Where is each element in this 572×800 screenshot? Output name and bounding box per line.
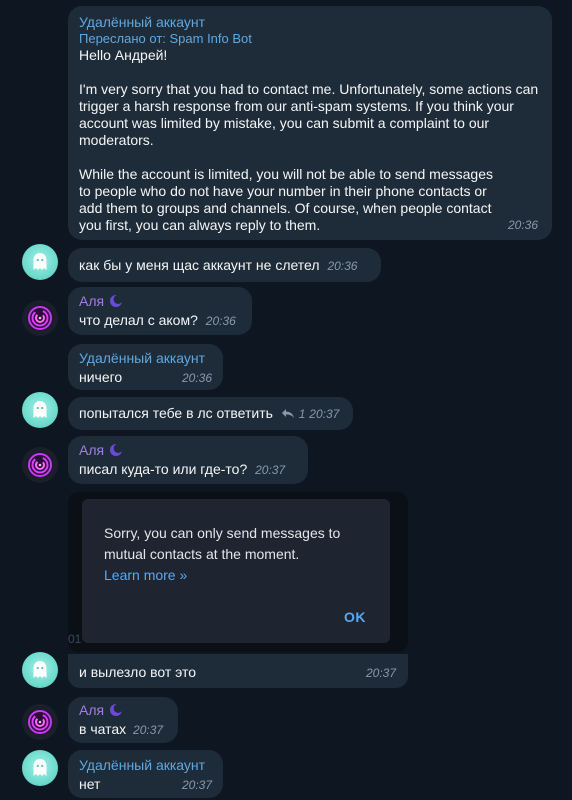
message-sender-name[interactable]: Удалённый аккаунт <box>79 14 541 31</box>
message-text-paragraph: I'm very sorry that you had to contact m… <box>79 81 539 148</box>
message-sender-name[interactable]: Аля <box>79 442 104 458</box>
ghost-icon <box>33 253 47 270</box>
message-time: 20:37 <box>181 778 212 792</box>
message-sender-name[interactable]: Удалённый аккаунт <box>79 757 212 774</box>
message-bubble[interactable]: Удалённый аккаунт нет 20:37 <box>68 750 223 798</box>
reply-arrow-icon[interactable] <box>281 408 295 419</box>
crescent-moon-icon <box>109 703 123 716</box>
message-text: ничего <box>79 369 123 385</box>
crescent-moon-icon <box>109 294 123 307</box>
message-bubble[interactable]: Аля писал куда-то или где-то? 20:37 <box>68 436 308 484</box>
message-sender-name[interactable]: Аля <box>79 293 104 309</box>
avatar[interactable] <box>22 652 58 688</box>
message-text: и вылезло вот это <box>79 664 197 680</box>
avatar[interactable] <box>22 244 58 280</box>
message-bubble[interactable]: Удалённый аккаунт ничего 20:36 <box>68 344 223 390</box>
message-time: 20:37 <box>255 463 286 477</box>
message-sender-name[interactable]: Аля <box>79 702 104 718</box>
message-text: как бы у меня щас аккаунт не слетел <box>79 257 320 273</box>
ghost-icon <box>33 661 47 678</box>
message-text-paragraph: While the account is limited, you will n… <box>79 166 493 233</box>
dialog-message: Sorry, you can only send messages to mut… <box>104 525 341 562</box>
message-time: 20:36 <box>327 259 358 273</box>
alert-dialog: Sorry, you can only send messages to mut… <box>82 499 390 643</box>
message-text: в чатах <box>79 721 127 737</box>
avatar[interactable] <box>22 447 58 483</box>
message-text: попытался тебе в лс ответить <box>79 405 273 421</box>
avatar[interactable] <box>22 704 58 740</box>
message-bubble[interactable]: Аля что делал с аком? 20:36 <box>68 287 252 335</box>
message-sender-name[interactable]: Удалённый аккаунт <box>79 350 212 367</box>
purple-swirl-icon <box>27 305 53 331</box>
message-time: 20:37 <box>365 666 396 680</box>
message-time: 20:37 <box>133 723 164 737</box>
crescent-moon-icon <box>109 443 123 456</box>
learn-more-link[interactable]: Learn more » <box>104 565 368 586</box>
ghost-icon <box>33 759 47 776</box>
message-text-greeting: Hello Андрей! <box>79 47 168 63</box>
message-time: 20:36 <box>507 218 538 232</box>
ghost-icon <box>33 401 47 418</box>
message-time: 20:37 <box>309 407 340 421</box>
message-text: писал куда-то или где-то? <box>79 461 248 477</box>
message-time: 20:36 <box>181 371 212 385</box>
purple-swirl-icon <box>27 452 53 478</box>
reply-count[interactable]: 1 <box>299 407 306 421</box>
avatar[interactable] <box>22 392 58 428</box>
message-bubble[interactable]: Аля в чатах 20:37 <box>68 697 178 743</box>
forwarded-from-label[interactable]: Переслано от: Spam Info Bot <box>79 31 541 47</box>
background-text: 01 <box>68 632 82 646</box>
message-bubble[interactable]: попытался тебе в лс ответить 1 20:37 <box>68 397 353 430</box>
avatar[interactable] <box>22 300 58 336</box>
message-text: что делал с аком? <box>79 312 198 328</box>
message-bubble-forwarded[interactable]: Удалённый аккаунт Переслано от: Spam Inf… <box>68 6 552 240</box>
ok-button[interactable]: OK <box>344 609 366 625</box>
purple-swirl-icon <box>27 709 53 735</box>
message-time: 20:36 <box>205 314 236 328</box>
message-bubble[interactable]: как бы у меня щас аккаунт не слетел 20:3… <box>68 248 381 282</box>
avatar[interactable] <box>22 750 58 786</box>
message-caption[interactable]: и вылезло вот это 20:37 <box>68 654 408 688</box>
message-text: нет <box>79 776 101 792</box>
